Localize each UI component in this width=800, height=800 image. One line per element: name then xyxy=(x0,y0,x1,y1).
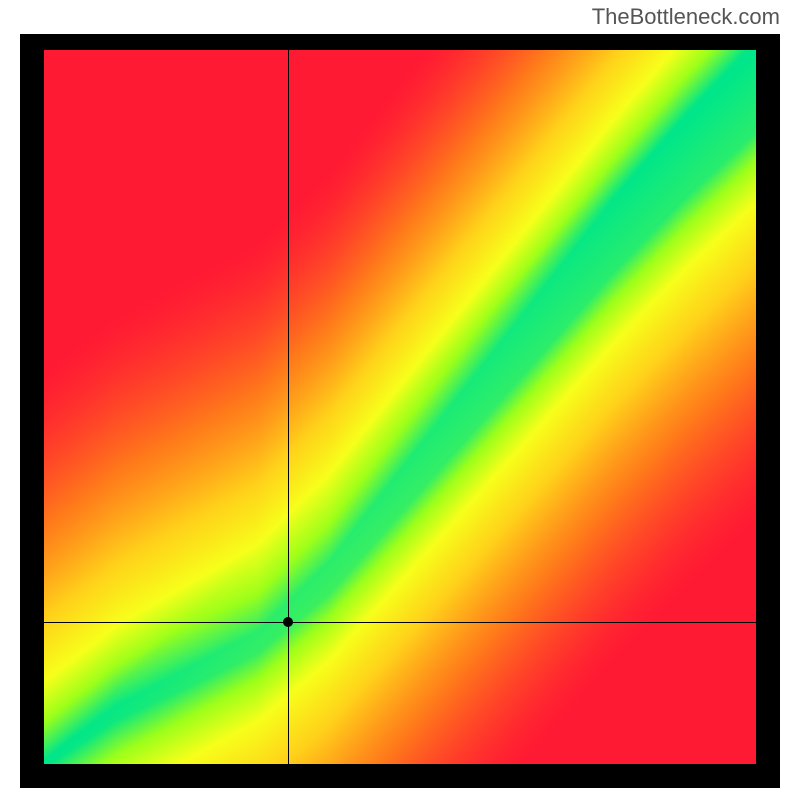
heatmap-canvas xyxy=(44,50,756,764)
chart-container: TheBottleneck.com xyxy=(0,0,800,800)
plot-frame xyxy=(20,34,780,788)
crosshair-horizontal xyxy=(44,622,756,623)
marker-point xyxy=(283,617,293,627)
crosshair-vertical xyxy=(288,50,289,764)
attribution-text: TheBottleneck.com xyxy=(592,4,780,30)
